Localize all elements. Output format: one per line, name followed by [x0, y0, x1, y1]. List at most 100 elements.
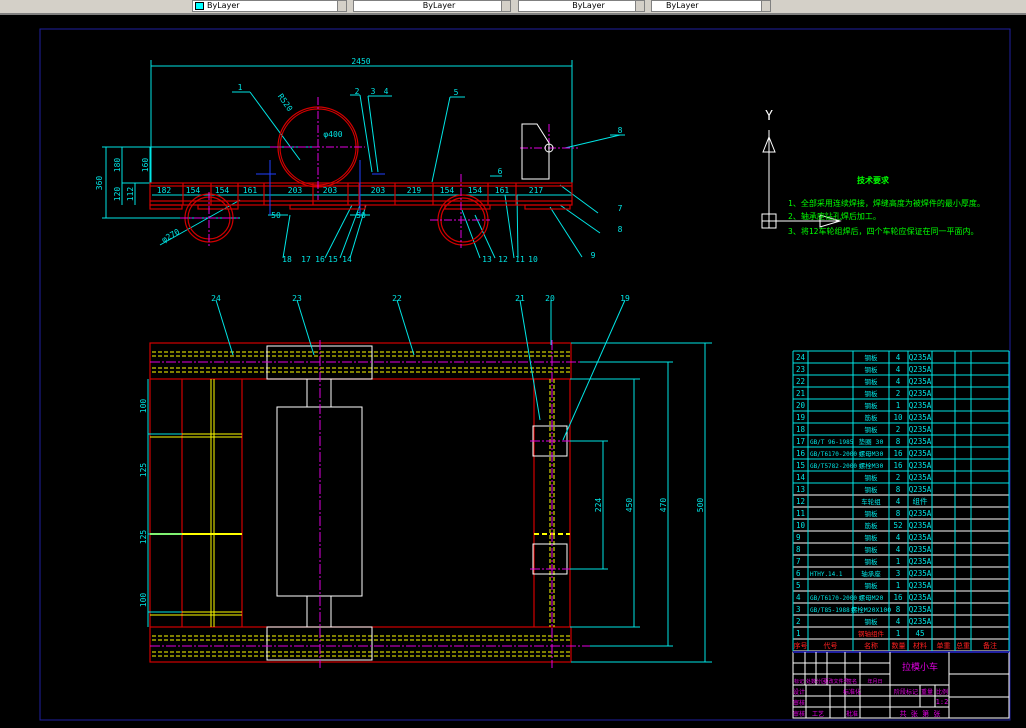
- layer-value: ByLayer: [207, 1, 240, 10]
- plan-view: 24 23 22 21 20 19 100 125 125 100 224 450 470 500: [139, 294, 712, 668]
- chevron-down-icon[interactable]: [635, 1, 644, 11]
- part-number: 18: [796, 425, 806, 434]
- color-value: ByLayer: [422, 1, 456, 10]
- part-name: 钢轴组件: [858, 629, 885, 638]
- part-material: Q235A: [909, 485, 932, 494]
- balloon-part: 4: [384, 87, 389, 96]
- dim-50-left: 50: [271, 211, 281, 220]
- part-material: 组件: [913, 496, 928, 506]
- part-qty: 3: [896, 569, 901, 578]
- part-name: 钢板: [865, 389, 879, 398]
- parts-header: 名称: [864, 641, 878, 650]
- part-name: 钢板: [865, 365, 879, 374]
- part-qty: 10: [893, 413, 903, 422]
- part-name: 钢板: [865, 485, 879, 494]
- dim-left: 125: [139, 463, 148, 478]
- parts-row: 4 GB/T6170-2000 螺母M20 16 Q235A: [796, 593, 932, 602]
- dim-right: 470: [659, 498, 668, 513]
- balloon-part: 10: [528, 255, 538, 264]
- part-number: 14: [796, 473, 806, 482]
- part-material: Q235A: [909, 425, 932, 434]
- part-material: Q235A: [909, 437, 932, 446]
- dim-left: 100: [139, 593, 148, 608]
- parts-row: 9 钢板 4 Q235A: [796, 533, 932, 542]
- dim-diameter-400: φ400: [323, 130, 342, 139]
- parts-row: 17 GB/T 96-1985 垫圈 30 8 Q235A: [796, 437, 932, 446]
- part-code: GB/T6170-2000: [810, 595, 857, 602]
- balloon-part: 18: [282, 255, 292, 264]
- chevron-down-icon[interactable]: [337, 1, 346, 11]
- part-qty: 4: [896, 377, 901, 386]
- title-block-label: 更改文件号: [823, 678, 848, 685]
- layer-state-icons[interactable]: [115, 0, 185, 12]
- parts-header: 材料: [913, 641, 927, 650]
- part-qty: 4: [896, 365, 901, 374]
- balloon-part: 7: [618, 204, 623, 213]
- title-block-label: 标记: [794, 678, 804, 685]
- parts-row: 22 钢板 4 Q235A: [796, 377, 932, 386]
- part-name: 螺母M30: [859, 449, 884, 458]
- parts-header: 总重: [956, 641, 970, 650]
- chevron-down-icon[interactable]: [501, 1, 510, 11]
- ucs-y-label: Y: [765, 109, 773, 124]
- dim-segment: 217: [529, 186, 544, 195]
- parts-row: 19 筋板 10 Q235A: [796, 413, 932, 422]
- part-material: Q235A: [909, 365, 932, 374]
- part-material: Q235A: [909, 401, 932, 410]
- title-block: 拉模小车 阶段标记 重量 比例 1:2 共 张 第 张 标记 处数 分区更改文件号签…: [792, 651, 1010, 719]
- balloon-part: 21: [515, 294, 525, 303]
- part-number: 13: [796, 485, 805, 494]
- title-block-role: 审核: [793, 710, 805, 718]
- part-qty: 4: [896, 353, 901, 362]
- drawing-title: 拉模小车: [902, 661, 938, 673]
- balloon-part: 22: [392, 294, 402, 303]
- tech-requirements-title: 技术要求: [857, 175, 890, 185]
- parts-row: 2 钢板 4 Q235A: [796, 617, 932, 626]
- parts-row: 21 钢板 2 Q235A: [796, 389, 932, 398]
- layer-dropdown[interactable]: ByLayer: [192, 0, 347, 12]
- balloon-part: 19: [620, 294, 630, 303]
- part-qty: 4: [896, 545, 901, 554]
- part-number: 7: [796, 557, 801, 566]
- part-material: Q235A: [909, 473, 932, 482]
- dim-50-right: 50: [356, 211, 366, 220]
- part-number: 12: [796, 497, 805, 506]
- parts-row: 11 钢板 8 Q235A: [796, 509, 932, 518]
- color-dropdown[interactable]: ByLayer: [353, 0, 511, 12]
- dim-left: 100: [139, 399, 148, 414]
- part-name: 钢板: [865, 533, 879, 542]
- part-qty: 16: [893, 593, 903, 602]
- part-material: Q235A: [909, 545, 932, 554]
- part-name: 钢板: [865, 377, 879, 386]
- part-material: Q235A: [909, 617, 932, 626]
- parts-row: 7 钢板 1 Q235A: [796, 557, 932, 566]
- part-name: 筋板: [865, 521, 879, 530]
- part-name: 钢板: [865, 617, 879, 626]
- dim-diameter-270: φ270: [160, 227, 181, 245]
- dim-overall-length: 2450: [351, 57, 370, 66]
- lineweight-dropdown[interactable]: ByLayer: [651, 0, 771, 12]
- balloon-part: 11: [515, 255, 525, 264]
- stage-label: 阶段标记: [894, 688, 918, 696]
- part-qty: 8: [896, 509, 901, 518]
- part-code: HTHY.14.1: [810, 571, 843, 578]
- balloon-part: 14: [342, 255, 352, 264]
- title-block-label: 年月日: [867, 678, 882, 685]
- balloon-part: 12: [498, 255, 508, 264]
- dim-right: 500: [696, 498, 705, 513]
- scale-value: 1:2: [936, 698, 949, 706]
- dim-height-360: 360: [95, 176, 104, 191]
- drawing-canvas[interactable]: 2450 R520 φ400 φ270 360 180 160 120 112 …: [0, 13, 1026, 728]
- linetype-dropdown[interactable]: ByLayer: [518, 0, 645, 12]
- part-material: Q235A: [909, 533, 932, 542]
- parts-row: 5 钢板 1 Q235A: [796, 581, 932, 590]
- part-qty: 2: [896, 389, 901, 398]
- dim-segment: 203: [371, 186, 386, 195]
- title-block-role: 设计: [793, 688, 805, 696]
- dim-segment: 161: [243, 186, 258, 195]
- chevron-down-icon[interactable]: [761, 1, 770, 11]
- part-number: 11: [796, 509, 805, 518]
- part-material: Q235A: [909, 521, 932, 530]
- part-material: Q235A: [909, 377, 932, 386]
- balloon-part: 1: [238, 83, 243, 92]
